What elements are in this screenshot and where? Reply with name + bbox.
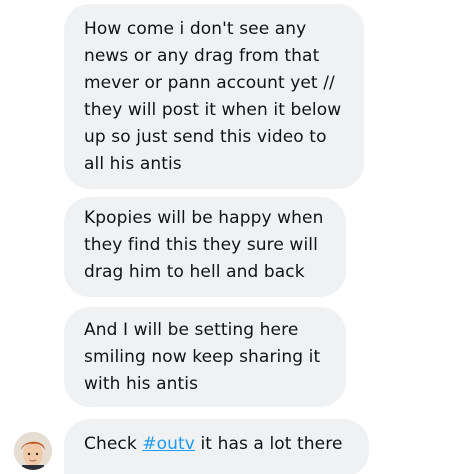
message-text-line: And I will be setting here <box>84 320 299 340</box>
message-text-line: up so just send this video to <box>84 127 327 147</box>
message-bubble[interactable]: Kpopies will be happy when they find thi… <box>64 197 346 297</box>
avatar-image <box>14 432 52 470</box>
message-text-line: Check #outv it has a lot there <box>84 431 355 458</box>
message-text-line: How come i don't see any <box>84 19 307 39</box>
message-bubble[interactable]: And I will be setting here smiling now k… <box>64 307 346 407</box>
message-text-line: they find this they sure will <box>84 235 318 255</box>
message-text-prefix: Check <box>84 434 143 454</box>
message-text-line: news or any drag from that <box>84 46 320 66</box>
message-text-line: all his antis <box>84 154 182 174</box>
message-bubble[interactable]: Check #outv it has a lot there <box>64 419 369 474</box>
message-text-line: Kpopies will be happy when <box>84 208 324 228</box>
message-text-line: with his antis <box>84 374 199 394</box>
message-text-line: smiling now keep sharing it <box>84 347 321 367</box>
message-text-line: mever or pann account yet // <box>84 73 335 93</box>
hashtag-link[interactable]: #outv <box>142 434 195 454</box>
dm-conversation: How come i don't see any news or any dra… <box>0 0 474 474</box>
message-text-suffix: it has a lot there <box>194 434 343 454</box>
sender-avatar-icon[interactable] <box>14 432 52 470</box>
message-bubble[interactable]: How come i don't see any news or any dra… <box>64 4 364 189</box>
message-text-line: they will post it when it below <box>84 100 342 120</box>
message-text-line: drag him to hell and back <box>84 262 305 282</box>
